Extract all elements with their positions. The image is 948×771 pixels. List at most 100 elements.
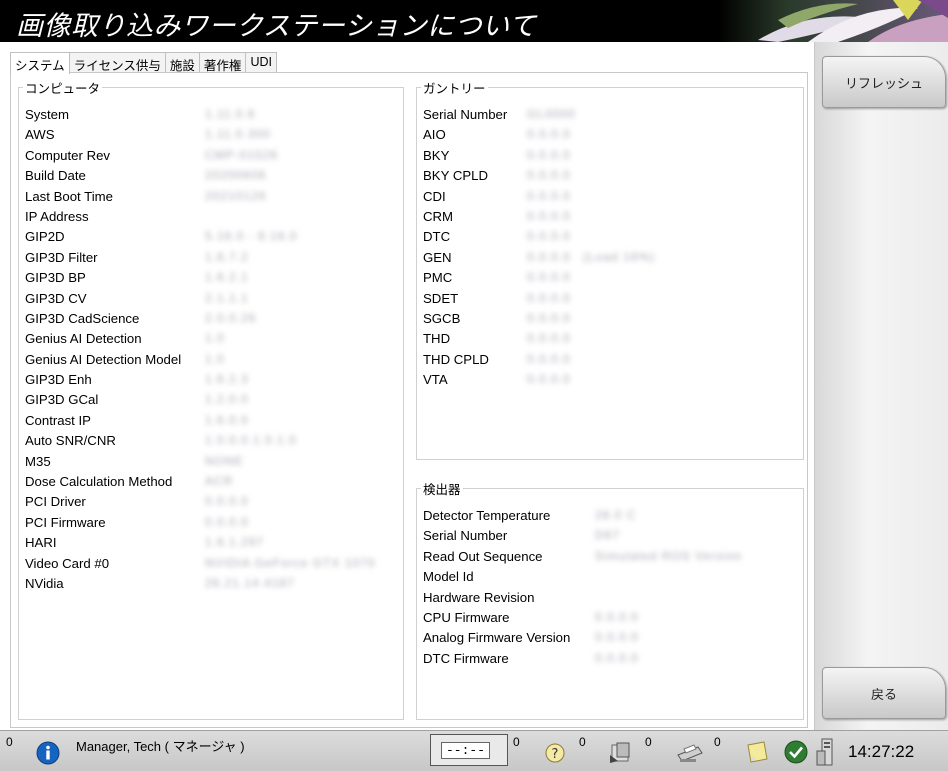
film-count: 0 (645, 735, 652, 749)
lcd-count: 0 (513, 735, 520, 749)
help-icon[interactable]: ? (545, 743, 565, 763)
detector-row-label: Analog Firmware Version (423, 630, 571, 646)
computer-row-value: 1.6.2.3 (205, 372, 249, 387)
computer-row-value: NVIDIA GeForce GTX 1070 (205, 555, 376, 570)
computer-row-label: GIP3D CadScience (25, 310, 140, 326)
tab-udi[interactable]: UDI (245, 52, 277, 73)
computer-row-value: NONE (205, 453, 244, 468)
computer-row-label: AWS (25, 127, 55, 143)
detector-row-value: 0.0.0.0 (595, 609, 639, 624)
network-tower-icon[interactable] (814, 737, 838, 767)
gantry-row-label: AIO (423, 127, 446, 143)
computer-row-value: 1.0 (205, 351, 225, 366)
detector-row-label: DTC Firmware (423, 650, 509, 666)
computer-row-label: GIP3D Enh (25, 372, 92, 388)
gantry-row-value: 0.0.0.0 (527, 270, 571, 285)
computer-row-label: System (25, 107, 69, 122)
computer-row-label: GIP2D (25, 229, 65, 245)
gantry-row-label: VTA (423, 372, 448, 388)
computer-row-value: 2.0.0.26 (205, 310, 257, 325)
detector-row-value: 0.0.0.0 (595, 650, 639, 665)
gantry-row-label: PMC (423, 270, 453, 286)
gantry-row-value: 0.0.0.0 (527, 208, 571, 223)
computer-row-value: 0.0.0.0 (205, 494, 249, 509)
window-title: 画像取り込みワークステーションについて (16, 11, 537, 42)
computer-row-value: ACR (205, 474, 234, 489)
clock: 14:27:22 (848, 742, 915, 761)
lcd-timer[interactable]: --:-- (430, 734, 508, 766)
gantry-group: ガントリー Serial Number GL0000 AIO 0.0.0.0 BKY 0.… (416, 78, 804, 460)
computer-row-label: NVidia (25, 575, 64, 591)
computer-row-label: GIP3D Filter (25, 249, 98, 265)
computer-row-label: PCI Driver (25, 494, 86, 510)
gantry-row-label: THD (423, 331, 451, 347)
gantry-row-label: GEN (423, 249, 452, 265)
detector-row-label: Hardware Revision (423, 589, 535, 605)
gantry-row-label: CRM (423, 208, 454, 224)
notes-icon[interactable] (744, 739, 770, 765)
gantry-row-label: BKY CPLD (423, 168, 488, 184)
lcd-timer-text: --:-- (441, 742, 491, 759)
computer-row-value: 0.0.0.0 (205, 514, 249, 529)
back-button[interactable]: 戻る (822, 667, 946, 719)
computer-row-label: GIP3D GCal (25, 392, 99, 408)
computer-row-label: PCI Firmware (25, 514, 106, 530)
detector-row-value: 28.0 C (595, 508, 637, 522)
tab-bar: システム ライセンス供与 施設 著作権 UDI (10, 52, 277, 74)
computer-row-value: 1.6.7.2 (205, 249, 249, 264)
gantry-row-label: SDET (423, 290, 459, 306)
computer-row-value: 1.6.0.0 (205, 412, 249, 427)
detector-group-legend: 検出器 (423, 483, 461, 497)
computer-row-label: Genius AI Detection (25, 331, 142, 347)
detector-row-label: Read Out Sequence (423, 548, 543, 564)
flower-banner-image (718, 0, 948, 42)
computer-row-label: GIP3D BP (25, 270, 86, 286)
computer-group-legend: コンピュータ (25, 82, 101, 96)
gantry-row-value: 0.0.0.0 (527, 310, 571, 325)
gantry-row-value: 0.0.0.0 (527, 331, 571, 346)
gantry-row-value: 0.0.0.0 (527, 147, 571, 162)
computer-row-value: 1.0 (205, 331, 225, 346)
gantry-row-label: CDI (423, 188, 446, 204)
computer-row-value: 20210126 (205, 188, 267, 203)
computer-row-value: 20200606 (205, 168, 267, 183)
alert-count: 0 (6, 735, 13, 749)
computer-row-value: 5.16.0 - 8.16.0 (205, 229, 298, 244)
detector-row-label: Model Id (423, 569, 474, 585)
gantry-row-label: BKY (423, 147, 450, 163)
title-bar: 画像取り込みワークステーションについて (0, 0, 948, 42)
detector-row-value: Simulated ROS Version (595, 548, 743, 563)
gantry-row-label: THD CPLD (423, 351, 489, 367)
computer-row-label: Video Card #0 (25, 555, 110, 571)
tab-system[interactable]: システム (10, 52, 70, 74)
gantry-row-value: 0.0.0.0 (527, 351, 571, 366)
tab-facility[interactable]: 施設 (164, 52, 200, 73)
gantry-row-value: 0.0.0.0 (527, 188, 571, 203)
refresh-button[interactable]: リフレッシュ (822, 56, 946, 108)
user-name[interactable]: Manager, Tech ( マネージャ ) (76, 736, 245, 755)
computer-group: コンピュータ System 1.11.0.6 AWS 1.11.0.300 Comput… (18, 78, 404, 720)
computer-row-label: IP Address (25, 208, 89, 224)
computer-row-value: 1.2.0.0 (205, 392, 249, 407)
computer-row-value: 1.11.0.300 (205, 127, 271, 142)
side-panel: リフレッシュ 戻る (815, 42, 948, 730)
printer-icon[interactable] (674, 741, 704, 765)
tab-licensing[interactable]: ライセンス供与 (68, 52, 166, 73)
detector-row-value: D67 (595, 528, 621, 543)
gantry-group-legend: ガントリー (423, 82, 486, 96)
computer-row-label: HARI (25, 535, 57, 551)
tab-copyright[interactable]: 著作権 (198, 52, 247, 73)
detector-group: 検出器 Detector Temperature 28.0 C Serial Num… (416, 479, 804, 720)
computer-row-value: 1.0.0.0.1.0.1.0 (205, 433, 297, 448)
info-icon[interactable] (36, 741, 60, 765)
taskbar: 0 Manager, Tech ( マネージャ ) --:-- 0 ? 0 0 … (0, 730, 948, 771)
gantry-row-value: 0.0.0.0 (527, 290, 571, 305)
computer-row-label: Auto SNR/CNR (25, 433, 116, 449)
gantry-row-value: 0.0.0.0 (527, 229, 571, 244)
gantry-row-extra: (Load 16%) (583, 249, 656, 264)
gantry-row-value: 0.0.0.0 (527, 372, 571, 387)
film-transfer-icon[interactable] (608, 741, 636, 765)
check-status-icon[interactable] (784, 740, 808, 764)
detector-row-label: Serial Number (423, 528, 508, 544)
computer-row-value: 1.6.2.1 (205, 270, 249, 285)
